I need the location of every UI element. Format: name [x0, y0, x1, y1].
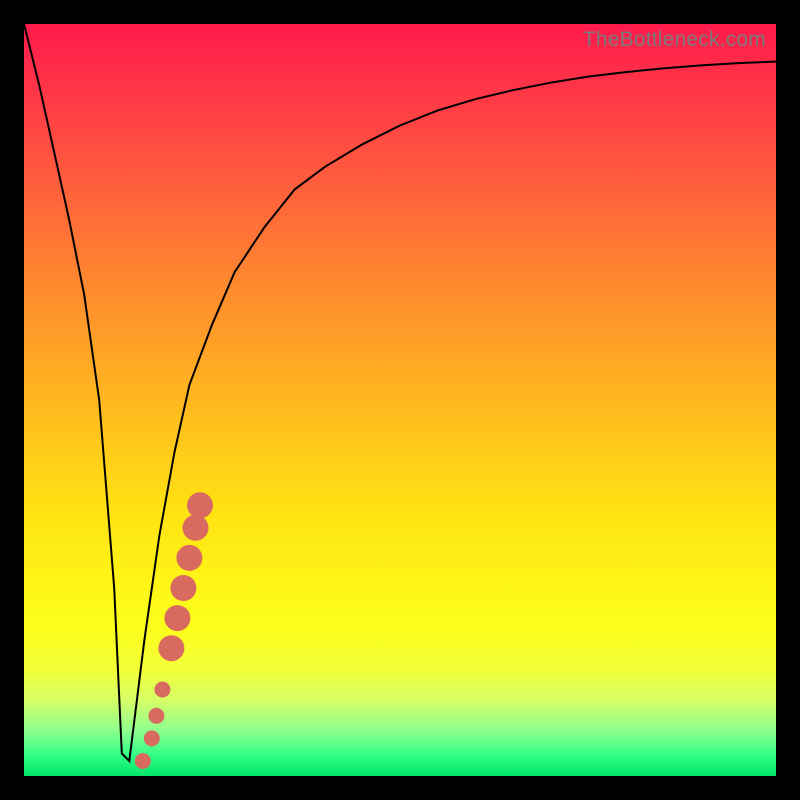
exclamation-dot	[176, 545, 202, 571]
chart-frame: TheBottleneck.com	[0, 0, 800, 800]
exclamation-dot	[158, 635, 184, 661]
exclamation-dot	[187, 492, 213, 518]
bottleneck-curve	[24, 24, 776, 761]
exclamation-dot	[154, 682, 170, 698]
exclamation-dot	[170, 575, 196, 601]
exclamation-dot	[144, 730, 160, 746]
plot-area: TheBottleneck.com	[24, 24, 776, 776]
exclamation-dot	[183, 515, 209, 541]
curve-layer	[24, 24, 776, 776]
exclamation-dot	[148, 708, 164, 724]
exclamation-dot	[164, 605, 190, 631]
exclamation-dot	[135, 753, 151, 769]
